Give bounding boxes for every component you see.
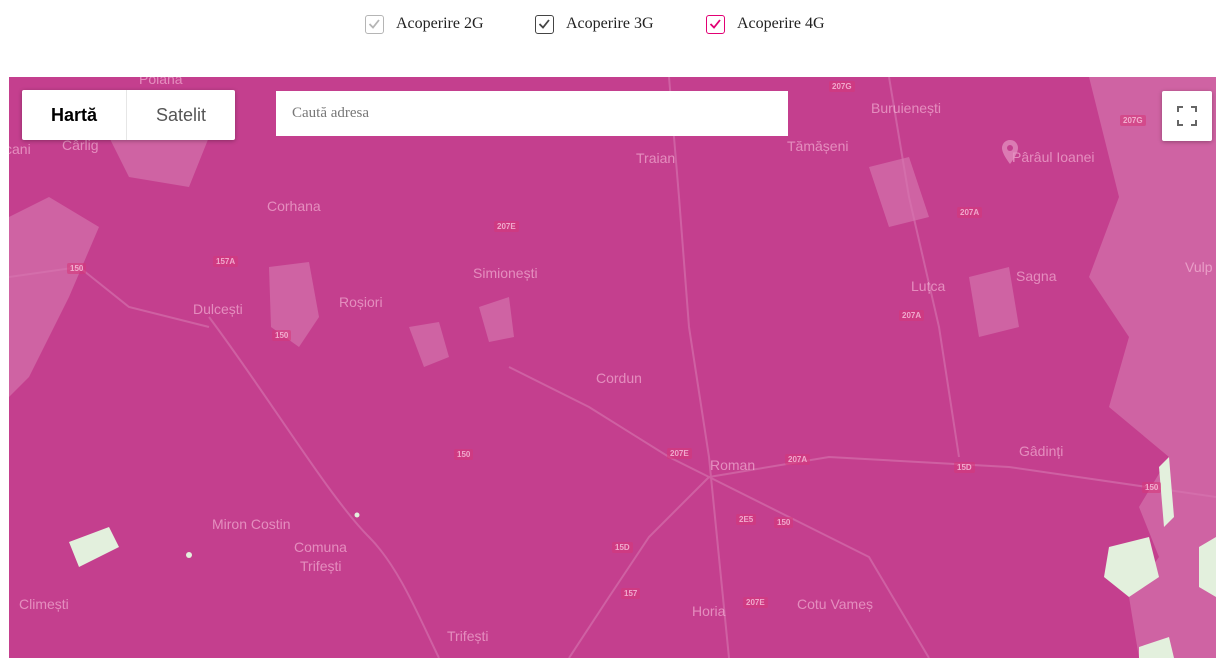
place-sagna: Sagna — [1016, 268, 1057, 284]
place-paraul-ioanei: Pârâul Ioanei — [1012, 149, 1095, 165]
place-comuna: Comuna — [294, 539, 347, 555]
road-shield: 150 — [67, 263, 87, 274]
road-shield: 207E — [667, 448, 692, 459]
check-icon — [368, 18, 380, 29]
place-horia: Horia — [692, 603, 726, 619]
road-shield: 15D — [954, 462, 975, 473]
road-shield: 150 — [1142, 482, 1162, 493]
road-shield: 157A — [213, 256, 239, 267]
place-poiana: Poiana — [139, 77, 183, 87]
legend-3g[interactable]: Acoperire 3G — [535, 12, 654, 36]
place-cani: cani — [9, 141, 31, 157]
place-tamaseni: Tămășeni — [787, 138, 849, 154]
place-traian: Traian — [636, 150, 676, 166]
checkbox-2g[interactable] — [365, 14, 384, 34]
legend-4g-label: Acoperire 4G — [737, 15, 825, 32]
place-simionesti: Simionești — [473, 265, 538, 281]
place-trifesti-1: Trifești — [300, 558, 342, 574]
place-corhana: Corhana — [267, 198, 321, 214]
fullscreen-button[interactable] — [1162, 91, 1212, 141]
place-buruienesti: Buruienești — [871, 100, 942, 116]
road-shield: 207E — [743, 597, 768, 608]
search-input[interactable]: Caută adresa — [276, 91, 788, 136]
place-roman: Roman — [710, 457, 756, 473]
coverage-legend: Acoperire 2G Acoperire 3G Acoperire 4G — [0, 0, 1216, 56]
fullscreen-icon — [1177, 106, 1197, 126]
road-shield: 207A — [899, 310, 925, 321]
place-gadinti: Gâdinți — [1019, 443, 1064, 459]
road-shield: 207G — [829, 81, 855, 92]
checkbox-3g[interactable] — [535, 14, 554, 34]
road-shield: 207A — [785, 454, 811, 465]
road-shield: 207E — [494, 221, 519, 232]
road-shield: 15D — [612, 542, 633, 553]
place-rosiori: Roșiori — [339, 294, 383, 310]
place-vulp: Vulp — [1185, 259, 1213, 275]
place-cordun: Cordun — [596, 370, 642, 386]
map-pin-icon[interactable] — [1001, 139, 1019, 165]
road-shield: 150 — [774, 517, 794, 528]
legend-3g-label: Acoperire 3G — [566, 15, 654, 32]
place-dulcesti: Dulcești — [193, 301, 243, 317]
road-shield: 2E5 — [736, 514, 757, 525]
road-shield: 207A — [957, 207, 983, 218]
place-lutca: Luțca — [911, 278, 946, 294]
map-type-toggle: Hartă Satelit — [22, 90, 236, 140]
place-trifesti-2: Trifești — [447, 628, 489, 644]
road-shield: 150 — [454, 449, 474, 460]
legend-2g-label: Acoperire 2G — [396, 15, 484, 32]
check-icon — [538, 18, 550, 29]
coverage-map[interactable]: Poiana Cârlig cani Corhana Dulcești Roși… — [9, 77, 1216, 658]
map-type-map-button[interactable]: Hartă — [22, 90, 126, 140]
place-cotu-vames: Cotu Vameș — [797, 596, 873, 612]
road-shield: 207G — [1120, 115, 1146, 126]
legend-2g[interactable]: Acoperire 2G — [365, 12, 484, 36]
road-shield: 157 — [621, 588, 641, 599]
road-shield: 150 — [272, 330, 292, 341]
place-miron-costin: Miron Costin — [212, 516, 291, 532]
map-type-satellite-button[interactable]: Satelit — [127, 90, 235, 140]
legend-4g[interactable]: Acoperire 4G — [706, 12, 825, 36]
place-climesti: Climești — [19, 596, 69, 612]
check-icon — [709, 18, 721, 29]
checkbox-4g[interactable] — [706, 14, 725, 34]
